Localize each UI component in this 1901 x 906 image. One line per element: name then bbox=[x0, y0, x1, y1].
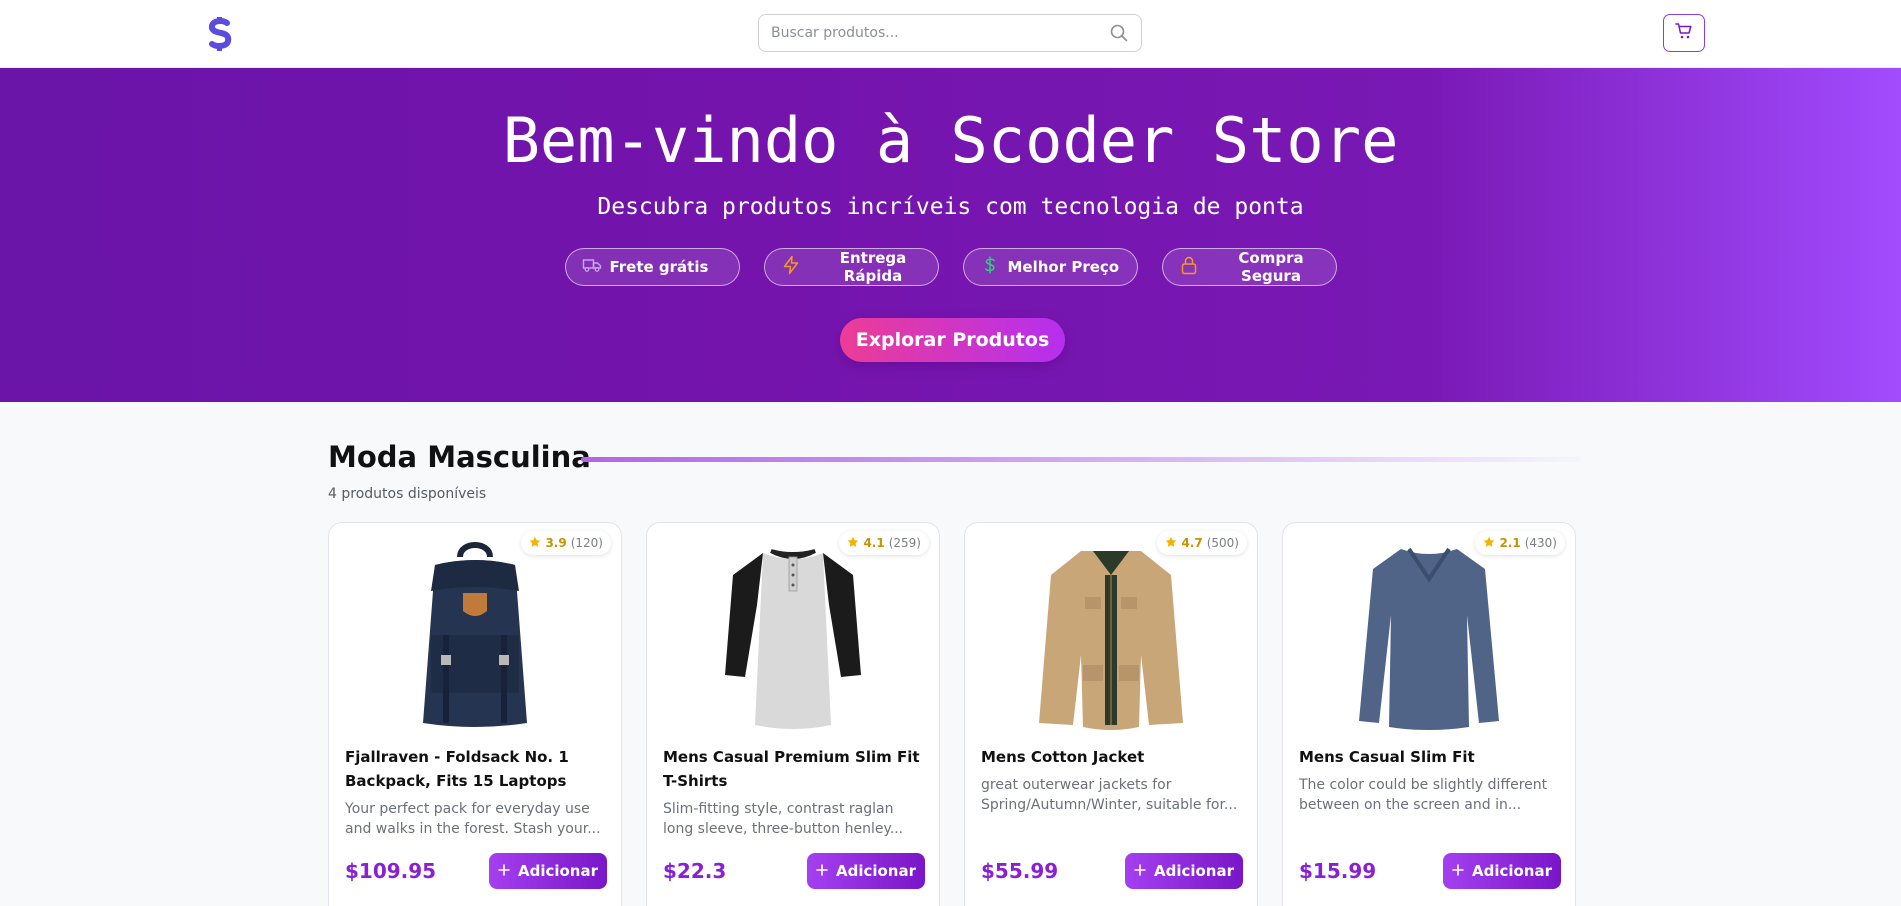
feature-label: Frete grátis bbox=[609, 258, 709, 276]
plus-icon bbox=[498, 862, 510, 880]
product-card[interactable]: 3.9 (120) Fjallraven - Foldsack No. 1 Ba… bbox=[328, 522, 622, 906]
product-card[interactable]: 4.1 (259) Mens Casual Premium Slim Fit T… bbox=[646, 522, 940, 906]
hero-banner: Bem-vindo à Scoder Store Descubra produt… bbox=[0, 68, 1901, 402]
product-image[interactable] bbox=[965, 535, 1257, 735]
product-image[interactable] bbox=[329, 535, 621, 735]
add-button-label: Adicionar bbox=[835, 862, 917, 880]
explore-products-button[interactable]: Explorar Produtos bbox=[840, 318, 1065, 362]
product-description: Your perfect pack for everyday use and w… bbox=[345, 801, 601, 837]
product-price: $15.99 bbox=[1299, 859, 1377, 883]
feature-free-shipping: Frete grátis bbox=[564, 248, 740, 286]
search-bar bbox=[758, 14, 1142, 52]
section-divider bbox=[581, 457, 1581, 462]
product-price: $55.99 bbox=[981, 859, 1059, 883]
search-input[interactable] bbox=[771, 25, 1109, 41]
feature-best-price: Melhor Preço bbox=[962, 248, 1138, 286]
section-product-count: 4 produtos disponíveis bbox=[328, 486, 487, 502]
product-price: $109.95 bbox=[345, 859, 437, 883]
add-to-cart-button[interactable]: Adicionar bbox=[1125, 853, 1243, 889]
product-card[interactable]: 4.7 (500) Mens Cotton Jacket great outer… bbox=[964, 522, 1258, 906]
feature-label: Melhor Preço bbox=[1007, 258, 1120, 276]
feature-fast-delivery: Entrega Rápida bbox=[763, 248, 939, 286]
feature-badges: Frete grátis Entrega Rápida Melhor Preço… bbox=[0, 248, 1901, 286]
product-title[interactable]: Mens Casual Slim Fit bbox=[1299, 745, 1561, 769]
product-description: great outerwear jackets for Spring/Autum… bbox=[981, 777, 1238, 813]
lightning-icon bbox=[781, 255, 801, 279]
product-card[interactable]: 2.1 (430) Mens Casual Slim Fit The color… bbox=[1282, 522, 1576, 906]
product-description: The color could be slightly different be… bbox=[1299, 777, 1548, 813]
plus-icon bbox=[816, 862, 828, 880]
feature-label: Compra Segura bbox=[1238, 249, 1304, 285]
cart-button[interactable] bbox=[1663, 14, 1705, 52]
section-title: Moda Masculina bbox=[328, 440, 591, 474]
product-price: $22.3 bbox=[663, 859, 727, 883]
plus-icon bbox=[1134, 862, 1146, 880]
hero-title: Bem-vindo à Scoder Store bbox=[502, 104, 1399, 177]
product-image[interactable] bbox=[1283, 535, 1575, 735]
store-logo-icon[interactable] bbox=[205, 17, 235, 51]
add-to-cart-button[interactable]: Adicionar bbox=[1443, 853, 1561, 889]
product-title[interactable]: Mens Cotton Jacket bbox=[981, 745, 1243, 769]
search-icon[interactable] bbox=[1109, 23, 1129, 43]
product-image[interactable] bbox=[647, 535, 939, 735]
product-title[interactable]: Mens Casual Premium Slim Fit T-Shirts bbox=[663, 745, 925, 793]
plus-icon bbox=[1452, 862, 1464, 880]
dollar-icon bbox=[980, 255, 1000, 279]
add-button-label: Adicionar bbox=[517, 862, 599, 880]
cart-icon bbox=[1675, 22, 1693, 44]
truck-icon bbox=[582, 255, 602, 279]
feature-label: Entrega Rápida bbox=[839, 249, 907, 285]
hero-subtitle: Descubra produtos incríveis com tecnolog… bbox=[597, 194, 1304, 220]
add-button-label: Adicionar bbox=[1471, 862, 1553, 880]
product-description: Slim-fitting style, contrast raglan long… bbox=[663, 801, 904, 837]
add-to-cart-button[interactable]: Adicionar bbox=[489, 853, 607, 889]
add-button-label: Adicionar bbox=[1153, 862, 1235, 880]
top-header bbox=[0, 0, 1901, 68]
product-title[interactable]: Fjallraven - Foldsack No. 1 Backpack, Fi… bbox=[345, 745, 607, 793]
lock-icon bbox=[1179, 255, 1199, 279]
feature-secure-purchase: Compra Segura bbox=[1161, 248, 1337, 286]
add-to-cart-button[interactable]: Adicionar bbox=[807, 853, 925, 889]
